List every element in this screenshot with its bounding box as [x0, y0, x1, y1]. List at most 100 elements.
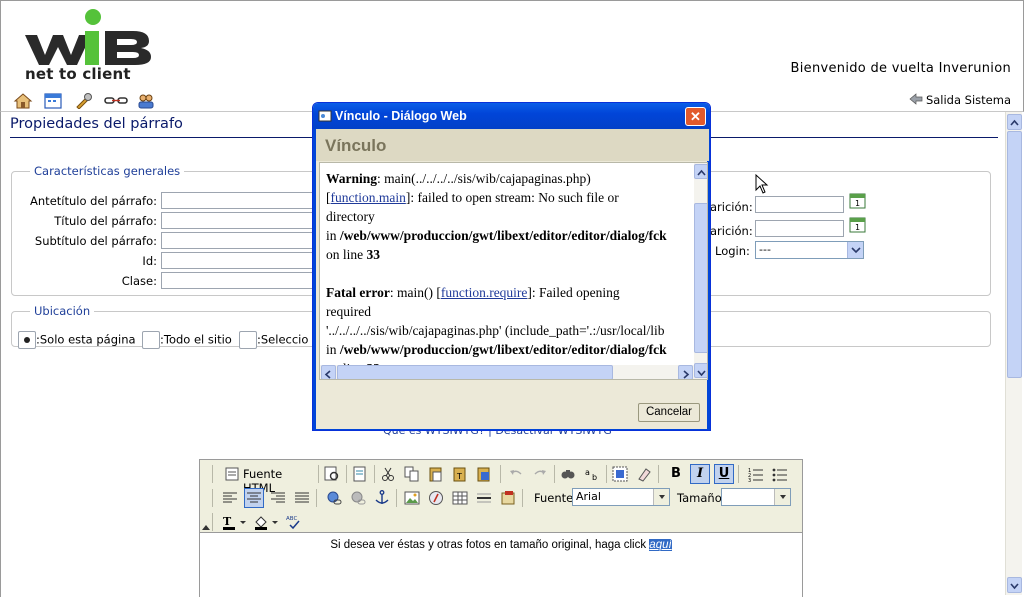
id-label: Id: [142, 254, 157, 268]
cut-icon[interactable] [378, 464, 398, 484]
numbered-list-icon[interactable]: 123 [746, 464, 766, 484]
source-icon [225, 467, 239, 481]
home-icon[interactable] [13, 92, 33, 109]
subtitle-label: Subtítulo del párrafo: [34, 234, 157, 248]
error-line: required [326, 304, 371, 319]
calendar-picker-icon[interactable]: 1 [849, 217, 866, 233]
dialog-scroll-up[interactable] [694, 164, 707, 179]
collapse-toolbar-icon[interactable] [202, 524, 210, 530]
logout-link[interactable]: Salida Sistema [909, 93, 1011, 107]
align-right-icon[interactable] [268, 488, 288, 508]
paste-icon[interactable] [426, 464, 446, 484]
pre-title-input[interactable] [161, 192, 321, 209]
start-date-input[interactable] [755, 196, 844, 213]
chevron-up-icon [1010, 119, 1019, 126]
undo-icon[interactable] [506, 464, 526, 484]
editor-selected-link[interactable]: aquí [649, 539, 672, 551]
background-color-icon[interactable] [252, 512, 280, 532]
size-select[interactable] [721, 488, 791, 506]
dialog-horizontal-scrollbar[interactable] [320, 365, 694, 379]
find-icon[interactable] [558, 464, 578, 484]
size-label: Tamaño [677, 491, 722, 505]
radio-button[interactable] [18, 331, 36, 349]
tools-icon[interactable] [74, 92, 94, 109]
id-input[interactable] [161, 252, 321, 269]
remove-link-icon[interactable] [348, 488, 368, 508]
paste-text-icon[interactable]: T [450, 464, 470, 484]
insert-table-icon[interactable] [450, 488, 470, 508]
spellcheck-icon[interactable]: ABC [284, 512, 304, 532]
copy-icon[interactable] [402, 464, 422, 484]
dialog-hscroll-thumb[interactable] [337, 365, 613, 379]
font-select[interactable]: Arial [572, 488, 670, 506]
title-input[interactable] [161, 212, 321, 229]
close-button[interactable]: ✕ [685, 107, 706, 126]
page-vertical-scrollbar[interactable] [1005, 112, 1022, 595]
scroll-down-button[interactable] [1007, 577, 1022, 593]
error-line: '../../../../sis/wib/cajapaginas.php' (i… [326, 323, 665, 338]
svg-text:ABC: ABC [286, 516, 297, 522]
svg-text:1: 1 [855, 223, 860, 232]
dialog-scroll-right[interactable] [678, 365, 693, 379]
function-require-link[interactable]: function.require [441, 285, 528, 300]
subtitle-input[interactable] [161, 232, 321, 249]
source-html-button[interactable]: Fuente HTML [222, 464, 314, 495]
logout-icon [909, 93, 923, 105]
login-label: Login: [715, 244, 750, 258]
special-char-icon[interactable] [498, 488, 518, 508]
function-main-link[interactable]: function.main [331, 190, 406, 205]
redo-icon[interactable] [530, 464, 550, 484]
radio-whole-site[interactable]: :Todo el sitio [142, 331, 232, 349]
bold-button[interactable]: B [666, 464, 686, 484]
error-line: Fatal error: main() [function.require]: … [326, 285, 620, 300]
scroll-thumb[interactable] [1007, 131, 1022, 378]
chevron-down-icon [774, 489, 790, 505]
preview-icon[interactable] [322, 464, 342, 484]
radio-button[interactable] [239, 331, 257, 349]
remove-format-icon[interactable] [634, 464, 654, 484]
svg-text:T: T [456, 472, 462, 481]
login-select-value: --- [759, 243, 771, 256]
horizontal-rule-icon[interactable] [474, 488, 494, 508]
calendar-icon[interactable] [43, 92, 63, 109]
login-select[interactable]: --- [755, 241, 864, 259]
select-all-icon[interactable] [610, 464, 630, 484]
error-line: directory [326, 209, 375, 224]
class-input[interactable] [161, 272, 321, 289]
link-icon[interactable] [103, 92, 129, 109]
dialog-scroll-left[interactable] [321, 365, 336, 379]
end-date-input[interactable] [755, 220, 844, 237]
text-color-icon[interactable]: T [220, 512, 248, 532]
chevron-up-icon [697, 169, 706, 176]
templates-icon[interactable] [350, 464, 370, 484]
radio-this-page[interactable]: :Solo esta página [18, 331, 136, 349]
svg-text:T: T [223, 515, 232, 528]
dialog-scroll-down[interactable] [694, 363, 707, 378]
justify-icon[interactable] [292, 488, 312, 508]
location-legend: Ubicación [34, 304, 91, 318]
align-center-icon[interactable] [244, 488, 264, 508]
editor-content-area[interactable]: Si desea ver éstas y otras fotos en tama… [200, 532, 802, 597]
anchor-icon[interactable] [372, 488, 392, 508]
insert-link-icon[interactable] [324, 488, 344, 508]
users-icon[interactable] [136, 92, 156, 109]
radio-select[interactable]: :Seleccio [239, 331, 308, 349]
align-left-icon[interactable] [220, 488, 240, 508]
italic-button[interactable]: I [690, 464, 710, 484]
paste-word-icon[interactable] [474, 464, 494, 484]
dialog-header: Vínculo [316, 129, 709, 161]
scroll-up-button[interactable] [1007, 114, 1022, 130]
calendar-picker-icon[interactable]: 1 [849, 193, 866, 209]
editor-toolbar-row-1: Fuente HTML T ab B I U 1 [200, 462, 802, 495]
cancel-button[interactable]: Cancelar [638, 403, 700, 422]
underline-button[interactable]: U [714, 464, 734, 484]
bulleted-list-icon[interactable] [770, 464, 790, 484]
radio-button[interactable] [142, 331, 160, 349]
dialog-titlebar[interactable]: Vínculo - Diálogo Web ✕ [313, 103, 710, 129]
insert-image-icon[interactable] [402, 488, 422, 508]
insert-flash-icon[interactable] [426, 488, 446, 508]
chevron-down-icon [697, 370, 706, 377]
dialog-vertical-scrollbar[interactable] [694, 163, 707, 379]
replace-icon[interactable]: ab [582, 464, 602, 484]
dialog-scroll-thumb[interactable] [694, 203, 707, 353]
